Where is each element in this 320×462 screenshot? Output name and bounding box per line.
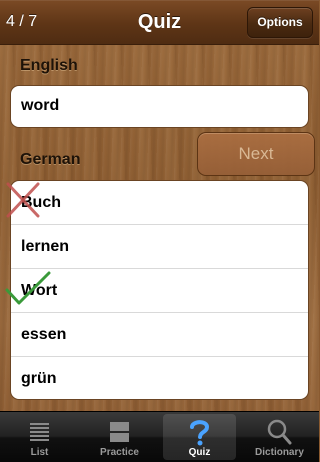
- answer-choice-row[interactable]: grün: [11, 357, 308, 399]
- tab-dictionary[interactable]: Dictionary: [240, 412, 319, 462]
- target-language-label: German: [20, 151, 81, 168]
- source-language-label: English: [20, 57, 78, 74]
- source-word: word: [21, 97, 60, 114]
- tab-label-list: List: [30, 447, 49, 458]
- tab-quiz[interactable]: Quiz: [160, 412, 239, 462]
- magnifier-icon: [267, 419, 292, 445]
- options-button[interactable]: Options: [247, 7, 313, 38]
- tab-practice[interactable]: Practice: [80, 412, 159, 462]
- answer-choice-row[interactable]: lernen: [11, 225, 308, 269]
- answer-choice-row[interactable]: Wort: [11, 269, 308, 313]
- tab-label-practice: Practice: [100, 447, 139, 458]
- answer-choice-row[interactable]: essen: [11, 313, 308, 357]
- next-button[interactable]: Next: [197, 132, 315, 176]
- question-icon: [190, 420, 210, 446]
- tab-label-quiz: Quiz: [188, 447, 211, 458]
- tab-label-dictionary: Dictionary: [255, 447, 304, 458]
- wrong-x-icon: [6, 182, 40, 218]
- answer-choice-row[interactable]: Buch: [11, 181, 308, 225]
- answer-choice-text: essen: [21, 326, 67, 343]
- answer-choice-list: Buch lernen Wort essen grün: [10, 180, 309, 400]
- tab-list[interactable]: List: [0, 412, 79, 462]
- correct-check-icon: [5, 271, 51, 305]
- answer-choice-text: lernen: [21, 238, 70, 255]
- tab-bar: List Practice Quiz Dictionary: [0, 411, 319, 462]
- source-word-box: word: [10, 85, 309, 128]
- list-icon: [30, 423, 49, 441]
- answer-choice-text: grün: [21, 370, 57, 387]
- navigation-bar: 4 / 7 Quiz Options: [0, 0, 319, 45]
- practice-icon: [110, 422, 129, 442]
